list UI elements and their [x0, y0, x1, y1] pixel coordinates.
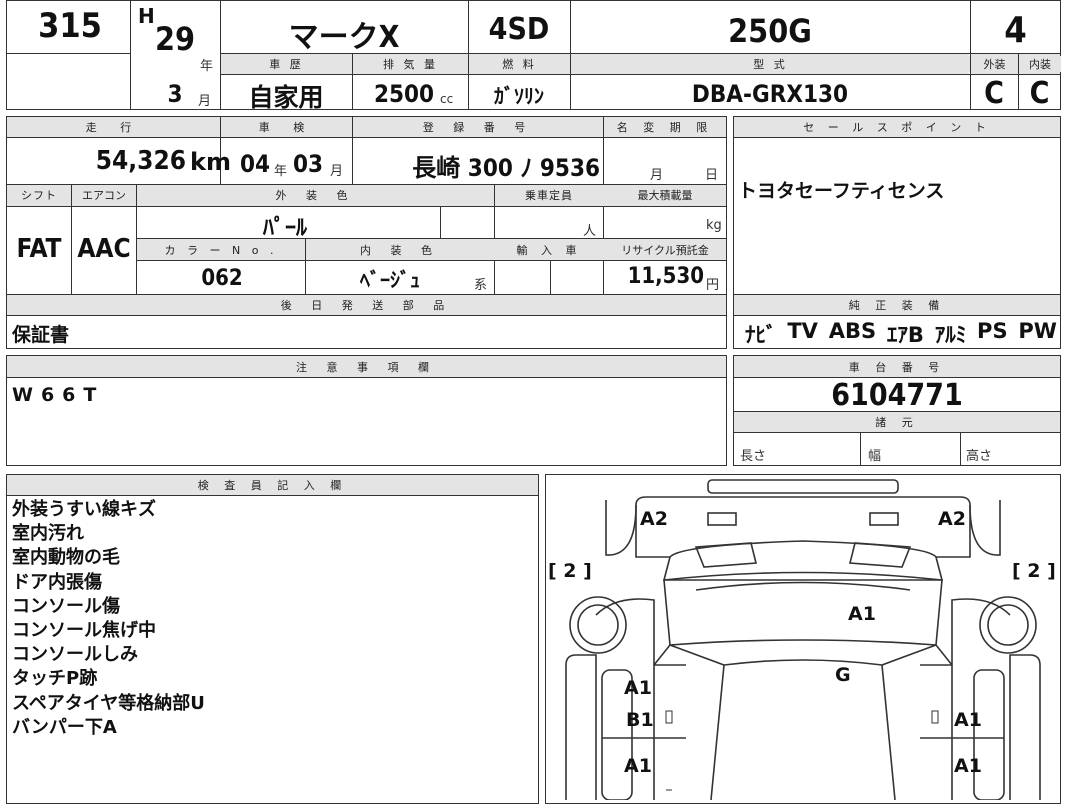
equipment-item: PW	[1018, 319, 1057, 343]
inspection-month-unit: 月	[330, 164, 344, 179]
km-unit: km	[190, 148, 231, 176]
kg-unit: kg	[706, 218, 722, 233]
displacement-label: 排 気 量	[353, 56, 468, 72]
score: 4	[1004, 10, 1027, 51]
int-color-label: 内 装 色	[306, 242, 494, 258]
history-label: 車 歴	[221, 56, 352, 72]
recycle-label: リサイクル預託金	[604, 242, 726, 258]
later-parts-label: 後 日 発 送 部 品	[7, 297, 726, 313]
kei-unit: 系	[474, 278, 488, 293]
front-right-door-damage: A1	[954, 709, 982, 731]
equipment-item: PS	[977, 319, 1008, 343]
inspector-note: コンソール焦げ中	[12, 620, 156, 642]
shift-label: シフト	[7, 187, 71, 203]
mileage-label: 走 行	[7, 119, 220, 135]
notes-label: 注 意 事 項 欄	[7, 359, 726, 375]
name-change-month: 月	[650, 168, 664, 183]
exterior-grade: C	[984, 76, 1004, 111]
width-label: 幅	[868, 449, 882, 464]
year-unit: 年	[200, 59, 214, 74]
inspection-month: 03	[292, 150, 324, 178]
fuel-value: ｶﾞｿﾘﾝ	[494, 84, 544, 108]
exterior-label: 外装	[971, 56, 1018, 72]
rear-left-door-damage: A1	[624, 755, 652, 777]
interior-grade: C	[1029, 76, 1050, 111]
inspector-note: ドア内張傷	[12, 571, 102, 593]
equipment-item: ｴｱB	[886, 323, 924, 347]
mileage-value: 54,326	[95, 146, 186, 176]
car-diagram	[565, 479, 1041, 800]
model-code-value: DBA-GRX130	[691, 80, 849, 108]
month-unit: 月	[198, 94, 212, 109]
equipment-label: 純 正 装 備	[734, 297, 1060, 313]
sales-point-value: トヨタセーフティセンス	[738, 180, 945, 202]
grade: 250G	[728, 12, 812, 50]
inspector-note: 室内汚れ	[12, 523, 84, 545]
name-change-label: 名 変 期 限	[604, 119, 726, 135]
history-value: 自家用	[248, 83, 324, 112]
cc-unit: cc	[440, 92, 454, 106]
tire-right: [ 2 ]	[1012, 560, 1056, 582]
later-parts-value: 保証書	[12, 324, 70, 346]
front-left-door-damage: A1	[624, 677, 652, 699]
chassis-label: 車 台 番 号	[734, 359, 1060, 375]
equipment-item: ABS	[828, 319, 877, 343]
equipment-item: ﾅﾋﾞ	[745, 323, 777, 347]
inspector-label: 検 査 員 記 入 欄	[7, 477, 538, 493]
specs-label: 諸 元	[734, 414, 1060, 430]
inspector-notes: 外装うすい線キズ 室内汚れ 室内動物の毛 ドア内張傷 コンソール傷 コンソール焦…	[12, 498, 205, 740]
equipment-item: ｱﾙﾐ	[934, 323, 967, 347]
interior-label: 内装	[1019, 56, 1061, 72]
inspector-note: コンソールしみ	[12, 644, 138, 666]
inspector-note: コンソール傷	[12, 595, 120, 617]
shift-value: FAT	[16, 234, 62, 264]
registration-label: 登 録 番 号	[353, 119, 603, 135]
equipment-list: ﾅﾋﾞ TV ABS ｴｱB ｱﾙﾐ PS PW	[745, 319, 1057, 349]
registration-value: 長崎 300 ﾉ 9536	[412, 154, 600, 182]
equipment-item: TV	[787, 319, 818, 343]
aircon-value: AAC	[77, 234, 131, 264]
name-change-day: 日	[705, 168, 719, 183]
color-no-label: カ ラ ー N o .	[137, 242, 305, 258]
yen-unit: 円	[706, 278, 720, 293]
body-type: 4SD	[488, 12, 550, 47]
model-code-label: 型 式	[571, 56, 970, 72]
inspector-note: スペアタイヤ等格納部U	[12, 692, 205, 714]
person-unit: 人	[583, 224, 597, 239]
rear-right-door-damage: A1	[954, 755, 982, 777]
a2-right: A2	[938, 508, 966, 530]
glass-damage: G	[835, 664, 851, 686]
height-label: 高さ	[966, 449, 993, 464]
import-label: 輸 入 車	[495, 242, 603, 258]
inspector-note: 外装うすい線キズ	[12, 499, 156, 520]
a2-left: A2	[640, 508, 668, 530]
ext-color-label: 外 装 色	[137, 187, 494, 203]
month-value: 3	[167, 80, 183, 108]
inspection-year-unit: 年	[274, 164, 288, 179]
color-no-value: 062	[201, 266, 243, 291]
chassis-value: 6104771	[831, 378, 963, 413]
aircon-label: エアコン	[72, 187, 136, 203]
inspector-note: 室内動物の毛	[12, 547, 120, 569]
tire-left: [ 2 ]	[548, 560, 592, 582]
inspection-year: 04	[239, 150, 271, 178]
inspector-note: タッチP跡	[12, 668, 98, 690]
inspector-note: バンパー下A	[12, 716, 117, 738]
lot-number: 315	[38, 6, 102, 46]
capacity-label: 乗車定員	[495, 187, 603, 203]
fuel-label: 燃 料	[469, 56, 570, 72]
max-load-label: 最大積載量	[604, 187, 726, 203]
hood-damage: A1	[848, 603, 876, 625]
sales-point-label: セ ー ル ス ポ イ ン ト	[734, 119, 1060, 135]
front-left-door-damage-2: B1	[626, 709, 654, 731]
length-label: 長さ	[740, 449, 767, 464]
recycle-value: 11,530	[627, 264, 704, 289]
notes-value: W66T	[12, 384, 105, 406]
displacement-value: 2500	[373, 80, 435, 108]
int-color-value: ﾍﾞｰｼﾞｭ	[360, 268, 420, 292]
inspection-label: 車 検	[221, 119, 352, 135]
model-name: マークX	[288, 20, 400, 55]
year-value: 29	[154, 20, 196, 58]
